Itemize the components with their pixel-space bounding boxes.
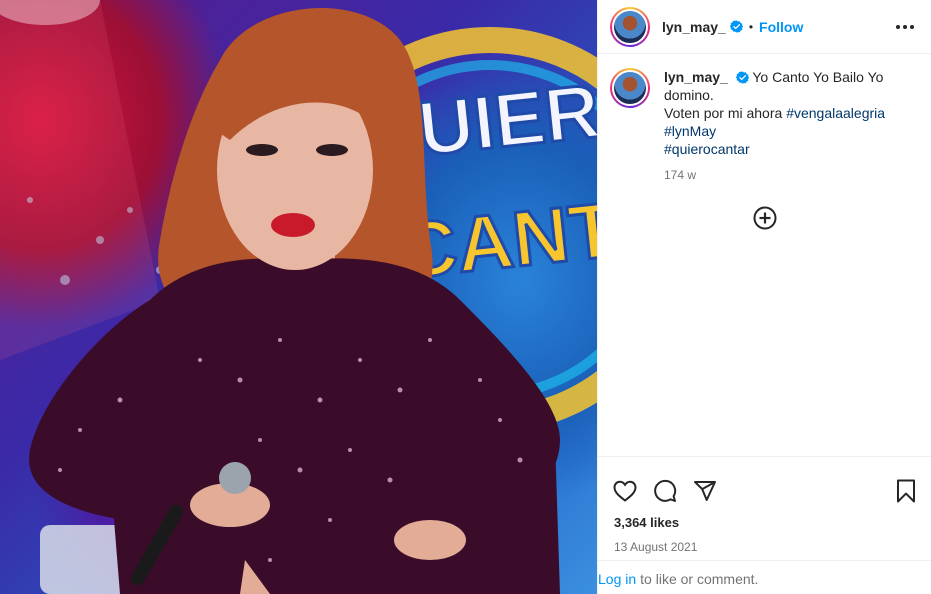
photo-illustration: QUIER CANT: [0, 0, 597, 594]
avatar[interactable]: [610, 6, 650, 47]
share-button[interactable]: [692, 478, 718, 504]
heart-icon: [613, 480, 637, 502]
header-username[interactable]: lyn_may_: [662, 19, 726, 35]
caption-avatar[interactable]: [610, 68, 650, 108]
post-date[interactable]: 13 August 2021: [598, 530, 931, 554]
action-row: [598, 457, 931, 511]
save-button[interactable]: [893, 478, 919, 504]
load-more-comments-icon: [753, 206, 777, 230]
like-count[interactable]: 3,364 likes: [598, 511, 931, 530]
caption-text-line2: Voten por mi ahora: [664, 105, 783, 121]
login-prompt-text: to like or comment.: [640, 570, 759, 587]
post-side-panel: lyn_may_ • Follow lyn_may_ Yo Canto Yo B…: [597, 0, 931, 594]
share-icon: [694, 481, 716, 501]
verified-badge-icon: [735, 71, 749, 84]
hashtag-link[interactable]: #vengalaalegria: [786, 105, 885, 121]
avatar-image: [612, 8, 648, 45]
verified-badge-icon: [729, 20, 743, 33]
post-time-ago[interactable]: 174 w: [664, 166, 896, 184]
login-link[interactable]: Log in: [598, 571, 636, 587]
hashtag-link[interactable]: #quierocantar: [664, 141, 750, 157]
comment-icon: [654, 479, 677, 502]
login-prompt: Log in to like or comment.: [598, 560, 931, 594]
bookmark-icon: [897, 479, 915, 503]
hashtag-link[interactable]: #lynMay: [664, 123, 716, 139]
post-header: lyn_may_ • Follow: [598, 0, 931, 54]
post-actions: 3,364 likes 13 August 2021: [598, 456, 931, 560]
comment-button[interactable]: [652, 478, 678, 504]
like-button[interactable]: [612, 478, 638, 504]
more-options-icon: [896, 24, 914, 29]
caption-avatar-image: [612, 70, 648, 106]
instagram-post: QUIER CANT lyn_may_ • Follow lyn_may_ Yo…: [0, 0, 931, 594]
separator-dot: •: [748, 19, 754, 34]
load-more-comments-button[interactable]: [753, 206, 777, 230]
more-options-button[interactable]: [893, 15, 917, 39]
post-photo[interactable]: QUIER CANT: [0, 0, 597, 594]
caption-username[interactable]: lyn_may_: [664, 69, 728, 85]
follow-button[interactable]: Follow: [759, 19, 803, 35]
